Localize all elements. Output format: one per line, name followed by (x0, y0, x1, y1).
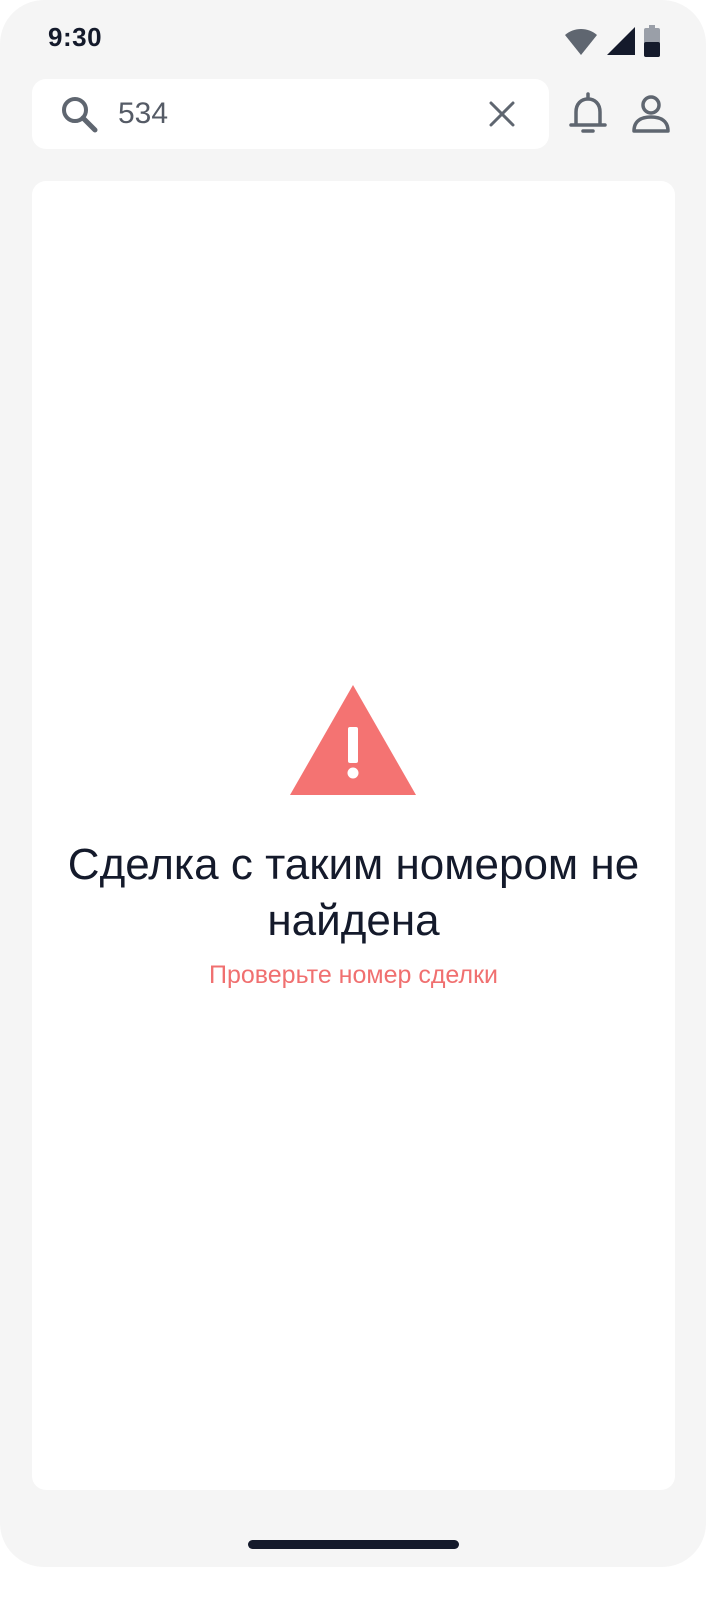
error-title: Сделка с таким номером не найдена (67, 840, 640, 945)
user-icon[interactable] (630, 93, 672, 135)
status-icons (564, 24, 660, 58)
battery-icon (644, 25, 660, 57)
home-indicator[interactable] (248, 1540, 459, 1549)
wifi-icon (565, 29, 597, 55)
error-subtitle: Проверьте номер сделки (209, 961, 498, 989)
status-bar: 9:30 (0, 0, 706, 76)
search-input[interactable]: 534 (118, 97, 168, 131)
content-card: Сделка с таким номером не найдена Провер… (32, 181, 675, 1490)
search-icon (62, 97, 98, 133)
warning-icon (290, 685, 416, 795)
bell-icon[interactable] (568, 91, 608, 137)
phone-screen: 9:30 534 Сделка с таким номером не найде… (0, 0, 706, 1567)
cellular-signal-icon (607, 27, 635, 55)
search-bar[interactable]: 534 (32, 79, 549, 149)
status-time: 9:30 (48, 22, 103, 52)
close-icon[interactable] (484, 96, 520, 132)
